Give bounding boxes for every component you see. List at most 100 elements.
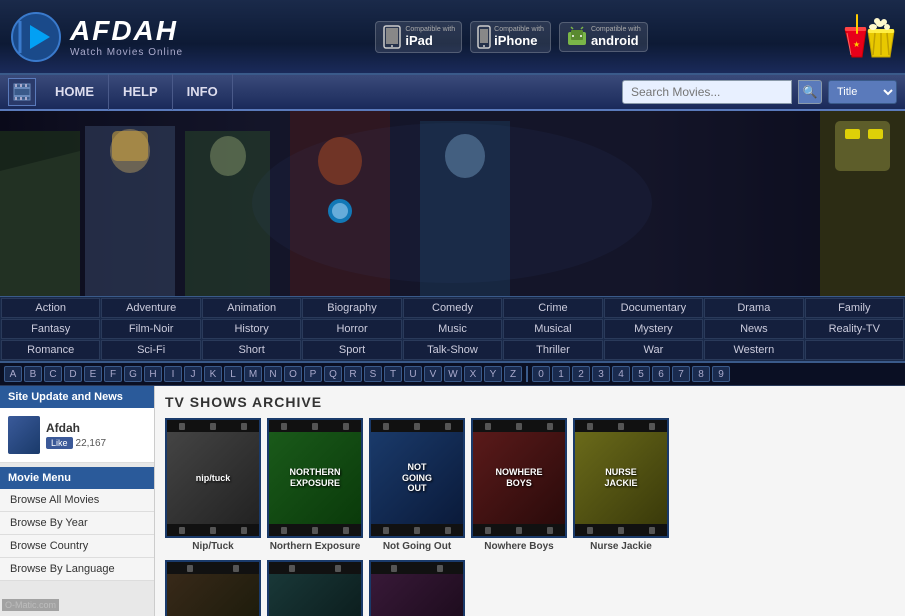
alpha-1[interactable]: 1	[552, 366, 570, 382]
genre-adventure[interactable]: Adventure	[101, 298, 200, 318]
browse-all-movies[interactable]: Browse All Movies	[0, 489, 154, 512]
alpha-g[interactable]: G	[124, 366, 142, 382]
title-select[interactable]: Title Director Actor	[828, 80, 897, 104]
genre-action[interactable]: Action	[1, 298, 100, 318]
alpha-i[interactable]: I	[164, 366, 182, 382]
show-notgoing[interactable]: NOTGOINGOUT Not Going Out	[369, 418, 465, 552]
genre-documentary[interactable]: Documentary	[604, 298, 703, 318]
film-hole	[312, 527, 318, 534]
show-nurse[interactable]: NURSEJACKIE Nurse Jackie	[573, 418, 669, 552]
alpha-v[interactable]: V	[424, 366, 442, 382]
alpha-q[interactable]: Q	[324, 366, 342, 382]
compatible-iphone: Compatible with	[494, 26, 544, 33]
genre-short[interactable]: Short	[202, 340, 301, 360]
genre-scifi[interactable]: Sci-Fi	[101, 340, 200, 360]
film-hole	[485, 423, 491, 430]
alpha-m[interactable]: M	[244, 366, 262, 382]
alpha-c[interactable]: C	[44, 366, 62, 382]
show-nowhere[interactable]: NOWHEREBOYS Nowhere Boys	[471, 418, 567, 552]
search-input[interactable]	[622, 80, 792, 104]
alpha-7[interactable]: 7	[672, 366, 690, 382]
alpha-t[interactable]: T	[384, 366, 402, 382]
alpha-f[interactable]: F	[104, 366, 122, 382]
genre-section: Action Adventure Animation Biography Com…	[0, 296, 905, 363]
show-label-nowhere: Nowhere Boys	[471, 541, 567, 552]
show-inner: nip/tuck	[167, 432, 259, 524]
genre-war[interactable]: War	[604, 340, 703, 360]
genre-romance[interactable]: Romance	[1, 340, 100, 360]
genre-biography[interactable]: Biography	[302, 298, 401, 318]
show-row2-3[interactable]	[369, 560, 465, 616]
genre-filmnoir[interactable]: Film-Noir	[101, 319, 200, 339]
genre-history[interactable]: History	[202, 319, 301, 339]
film-strip-top	[371, 562, 463, 574]
genre-western[interactable]: Western	[704, 340, 803, 360]
nav-help[interactable]: HELP	[109, 74, 173, 110]
alpha-u[interactable]: U	[404, 366, 422, 382]
genre-drama[interactable]: Drama	[704, 298, 803, 318]
alpha-w[interactable]: W	[444, 366, 462, 382]
alpha-l[interactable]: L	[224, 366, 242, 382]
alpha-k[interactable]: K	[204, 366, 222, 382]
alpha-e[interactable]: E	[84, 366, 102, 382]
show-niptuck[interactable]: nip/tuck Nip/Tuck	[165, 418, 261, 552]
nav-home[interactable]: HOME	[41, 74, 109, 110]
logo-name: AFDAH	[70, 15, 183, 47]
genre-thriller[interactable]: Thriller	[503, 340, 602, 360]
alpha-d[interactable]: D	[64, 366, 82, 382]
genre-comedy[interactable]: Comedy	[403, 298, 502, 318]
genre-empty	[805, 340, 904, 360]
genre-fantasy[interactable]: Fantasy	[1, 319, 100, 339]
alpha-0[interactable]: 0	[532, 366, 550, 382]
genre-sport[interactable]: Sport	[302, 340, 401, 360]
alpha-p[interactable]: P	[304, 366, 322, 382]
alpha-s[interactable]: S	[364, 366, 382, 382]
alpha-r[interactable]: R	[344, 366, 362, 382]
browse-by-year[interactable]: Browse By Year	[0, 512, 154, 535]
alpha-x[interactable]: X	[464, 366, 482, 382]
alpha-4[interactable]: 4	[612, 366, 630, 382]
genre-news[interactable]: News	[704, 319, 803, 339]
show-inner: NORTHERNEXPOSURE	[269, 432, 361, 524]
search-button[interactable]: 🔍	[798, 80, 822, 104]
alpha-5[interactable]: 5	[632, 366, 650, 382]
android-label: android	[591, 33, 639, 48]
alpha-n[interactable]: N	[264, 366, 282, 382]
popcorn-area: ★	[840, 9, 895, 64]
logo-icon	[10, 11, 62, 63]
fb-like-area: Like 22,167	[46, 437, 106, 449]
alpha-o[interactable]: O	[284, 366, 302, 382]
show-northern[interactable]: NORTHERNEXPOSURE Northern Exposure	[267, 418, 363, 552]
genre-animation[interactable]: Animation	[202, 298, 301, 318]
alpha-j[interactable]: J	[184, 366, 202, 382]
genre-music[interactable]: Music	[403, 319, 502, 339]
browse-by-language[interactable]: Browse By Language	[0, 558, 154, 581]
alpha-z[interactable]: Z	[504, 366, 522, 382]
genre-family[interactable]: Family	[805, 298, 904, 318]
show-row2-2[interactable]	[267, 560, 363, 616]
show-thumb-niptuck: nip/tuck	[165, 418, 261, 538]
genre-realitytv[interactable]: Reality-TV	[805, 319, 904, 339]
alpha-3[interactable]: 3	[592, 366, 610, 382]
genre-musical[interactable]: Musical	[503, 319, 602, 339]
alpha-b[interactable]: B	[24, 366, 42, 382]
genre-crime[interactable]: Crime	[503, 298, 602, 318]
alpha-8[interactable]: 8	[692, 366, 710, 382]
alpha-a[interactable]: A	[4, 366, 22, 382]
genre-mystery[interactable]: Mystery	[604, 319, 703, 339]
film-hole	[210, 527, 216, 534]
alpha-2[interactable]: 2	[572, 366, 590, 382]
nav-info[interactable]: INFO	[173, 74, 233, 110]
header: AFDAH Watch Movies Online Compatible wit…	[0, 0, 905, 75]
film-hole	[391, 565, 397, 572]
alpha-h[interactable]: H	[144, 366, 162, 382]
browse-country[interactable]: Browse Country	[0, 535, 154, 558]
alpha-9[interactable]: 9	[712, 366, 730, 382]
genre-horror[interactable]: Horror	[302, 319, 401, 339]
alpha-y[interactable]: Y	[484, 366, 502, 382]
alpha-6[interactable]: 6	[652, 366, 670, 382]
genre-talkshow[interactable]: Talk-Show	[403, 340, 502, 360]
fb-like-button[interactable]: Like	[46, 437, 73, 449]
show-row2-1[interactable]	[165, 560, 261, 616]
film-hole	[587, 527, 593, 534]
